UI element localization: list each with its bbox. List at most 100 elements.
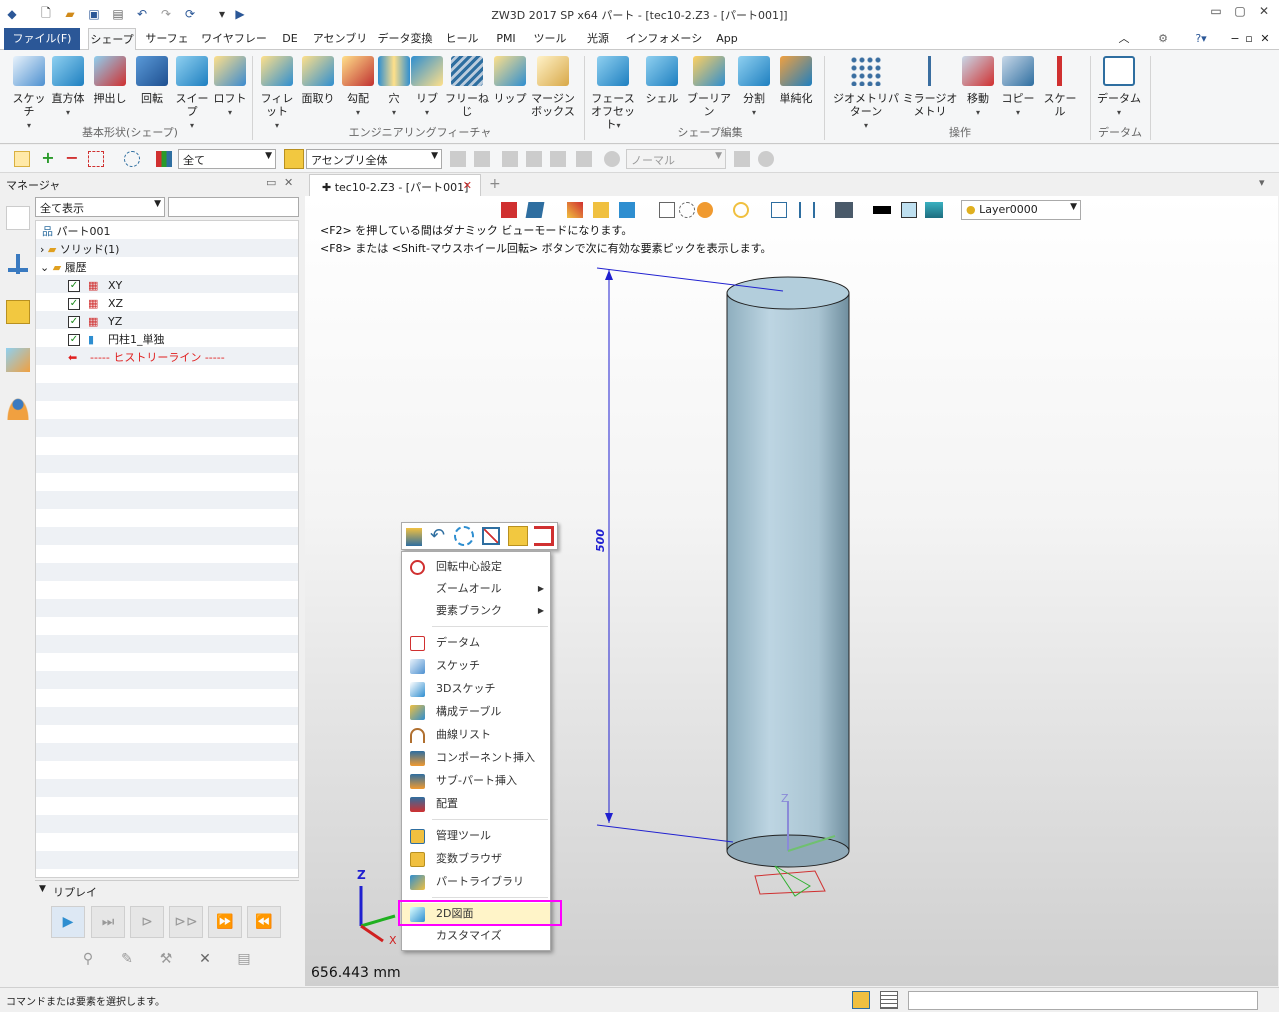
menu-item-part-library[interactable]: パートライブラリ xyxy=(402,871,550,893)
menu-item-blank-entity[interactable]: 要素ブランク ▶ xyxy=(402,600,550,622)
visibility-checkbox[interactable]: ✓ xyxy=(68,334,80,346)
filter-combo[interactable]: 全て ▼ xyxy=(178,149,276,169)
tree-search-input[interactable] xyxy=(168,197,299,217)
menu-item-manage-tools[interactable]: 管理ツール xyxy=(402,825,550,847)
command-input[interactable] xyxy=(908,991,1258,1010)
tab-data-conversion[interactable]: データ変換 xyxy=(374,28,436,50)
user-icon[interactable] xyxy=(6,396,30,420)
exit-icon[interactable] xyxy=(534,526,554,546)
revolve-button[interactable]: 回転 xyxy=(132,56,172,126)
rotate-view-icon[interactable] xyxy=(454,526,474,546)
manage-tools-icon[interactable] xyxy=(852,991,870,1009)
tree-item-history[interactable]: ⌄ ▰ 履歴 xyxy=(40,259,87,277)
tab-shape[interactable]: シェープ xyxy=(88,28,136,51)
tab-light[interactable]: 光源 xyxy=(578,28,618,50)
face-offset-button[interactable]: フェース オフセット▾ xyxy=(588,56,638,131)
tab-pmi[interactable]: PMI xyxy=(488,28,524,50)
tab-list-icon[interactable]: ▾ xyxy=(1259,176,1265,189)
display-filter-combo[interactable]: 全て表示 ▼ xyxy=(35,197,165,217)
split-button[interactable]: 分割 ▾ xyxy=(734,56,774,126)
draft-button[interactable]: 勾配 ▾ xyxy=(338,56,378,126)
menu-item-customize[interactable]: カスタマイズ xyxy=(402,925,550,947)
tree-item-yz[interactable]: ✓ ▦ YZ xyxy=(68,313,268,331)
boolean-button[interactable]: ブーリアン xyxy=(686,56,732,126)
datum-button[interactable]: データム ▾ xyxy=(1096,56,1142,126)
visibility-checkbox[interactable]: ✓ xyxy=(68,280,80,292)
menu-item-datum[interactable]: データム xyxy=(402,632,550,654)
remove-icon[interactable]: − xyxy=(64,150,80,167)
margin-box-button[interactable]: マージン ボックス xyxy=(530,56,576,126)
mirror-geometry-button[interactable]: ミラージオメトリ xyxy=(902,56,958,126)
box-select-icon[interactable] xyxy=(88,151,104,167)
scope-combo[interactable]: アセンブリ全体 ▼ xyxy=(306,149,442,169)
shell-button[interactable]: シェル xyxy=(642,56,682,126)
loft-button[interactable]: ロフト ▾ xyxy=(212,56,248,126)
pick-pointer-icon[interactable] xyxy=(14,151,30,167)
history-manager-icon[interactable] xyxy=(6,206,30,230)
copy-button[interactable]: コピー ▾ xyxy=(1000,56,1036,126)
image-icon[interactable] xyxy=(6,348,30,372)
menu-item-3d-sketch[interactable]: 3Dスケッチ xyxy=(402,678,550,700)
assembly-tree-icon[interactable] xyxy=(6,252,30,276)
close-button[interactable]: ✕ xyxy=(1252,4,1276,22)
tab-wireframe[interactable]: ワイヤフレーム xyxy=(198,28,270,66)
simplify-button[interactable]: 単純化 xyxy=(776,56,816,126)
menu-item-config-table[interactable]: 構成テーブル xyxy=(402,701,550,723)
lasso-select-icon[interactable] xyxy=(124,151,140,167)
tab-de[interactable]: DE xyxy=(276,28,304,50)
new-tab-icon[interactable]: + xyxy=(489,176,501,192)
lip-button[interactable]: リップ xyxy=(492,56,528,126)
tab-surface[interactable]: サーフェス xyxy=(142,28,192,66)
rib-button[interactable]: リブ ▾ xyxy=(410,56,444,126)
hole-button[interactable]: 穴 ▾ xyxy=(378,56,410,126)
menu-item-insert-component[interactable]: コンポーネント挿入 xyxy=(402,747,550,769)
tree-item-xz[interactable]: ✓ ▦ XZ xyxy=(68,295,268,313)
extrude-button[interactable]: 押出し xyxy=(90,56,130,126)
menu-item-variable-browser[interactable]: 変数ブラウザ xyxy=(402,848,550,870)
document-tab[interactable]: ✚ tec10-2.Z3 - [パート001] ✕ xyxy=(309,174,481,196)
collapse-ribbon-icon[interactable]: ︿ xyxy=(1115,28,1133,50)
menu-item-zoom-all[interactable]: ズームオール ▶ xyxy=(402,578,550,600)
tree-item-xy[interactable]: ✓ ▦ XY xyxy=(68,277,268,295)
menu-item-curve-list[interactable]: 曲線リスト xyxy=(402,724,550,746)
dimension-label[interactable]: 500 xyxy=(594,529,607,552)
menu-item-sketch[interactable]: スケッチ xyxy=(402,655,550,677)
doc-restore-button[interactable]: ▫ xyxy=(1242,28,1256,50)
chamfer-button[interactable]: 面取り xyxy=(298,56,338,126)
move-button[interactable]: 移動 ▾ xyxy=(960,56,996,126)
sketch-button[interactable]: スケッチ ▾ xyxy=(8,56,50,130)
tree-item-part[interactable]: 品 パート001 xyxy=(42,223,111,241)
tree-item-solid[interactable]: › ▰ ソリッド(1) xyxy=(40,241,119,259)
tab-tools[interactable]: ツール xyxy=(530,28,570,50)
history-line[interactable]: ⬅ ----- ヒストリーライン ----- xyxy=(68,349,288,367)
sketch-edit-icon[interactable] xyxy=(482,527,500,545)
geometry-pattern-button[interactable]: ジオメトリパターン ▾ xyxy=(830,56,902,130)
list-icon[interactable] xyxy=(406,528,422,546)
restore-button[interactable]: ▢ xyxy=(1228,4,1252,22)
tab-information[interactable]: インフォメーション xyxy=(624,28,704,66)
minimize-button[interactable]: ▭ xyxy=(1204,4,1228,22)
visibility-checkbox[interactable]: ✓ xyxy=(68,316,80,328)
chevron-down-icon[interactable]: ⌄ xyxy=(40,261,49,274)
tab-file[interactable]: ファイル(F) xyxy=(4,28,80,50)
clipboard-icon[interactable] xyxy=(508,526,528,546)
close-icon[interactable]: ✕ xyxy=(284,176,293,189)
scale-button[interactable]: スケール xyxy=(1040,56,1080,126)
chevron-right-icon[interactable]: › xyxy=(40,243,44,256)
box-button[interactable]: 直方体 ▾ xyxy=(48,56,88,126)
help-icon[interactable]: ?▾ xyxy=(1186,28,1216,50)
sweep-button[interactable]: スイープ ▾ xyxy=(172,56,212,130)
close-tab-icon[interactable]: ✕ xyxy=(463,179,472,192)
free-thread-button[interactable]: フリーねじ xyxy=(444,56,490,126)
menu-item-placement[interactable]: 配置 xyxy=(402,793,550,815)
pin-icon[interactable]: ▭ xyxy=(266,176,276,189)
fillet-button[interactable]: フィレット ▾ xyxy=(256,56,298,130)
part-icon[interactable] xyxy=(6,300,30,324)
play-icon[interactable]: ▶ xyxy=(51,906,85,938)
undo-icon[interactable]: ↶ xyxy=(430,525,445,546)
tab-assembly[interactable]: アセンブリ xyxy=(312,28,368,50)
tree-item-cylinder[interactable]: ✓ ▮ 円柱1_単独 xyxy=(68,331,268,349)
menu-item-rotation-center[interactable]: 回転中心設定 xyxy=(402,556,550,578)
list-view-icon[interactable] xyxy=(880,991,898,1009)
tab-heal[interactable]: ヒール xyxy=(442,28,482,50)
